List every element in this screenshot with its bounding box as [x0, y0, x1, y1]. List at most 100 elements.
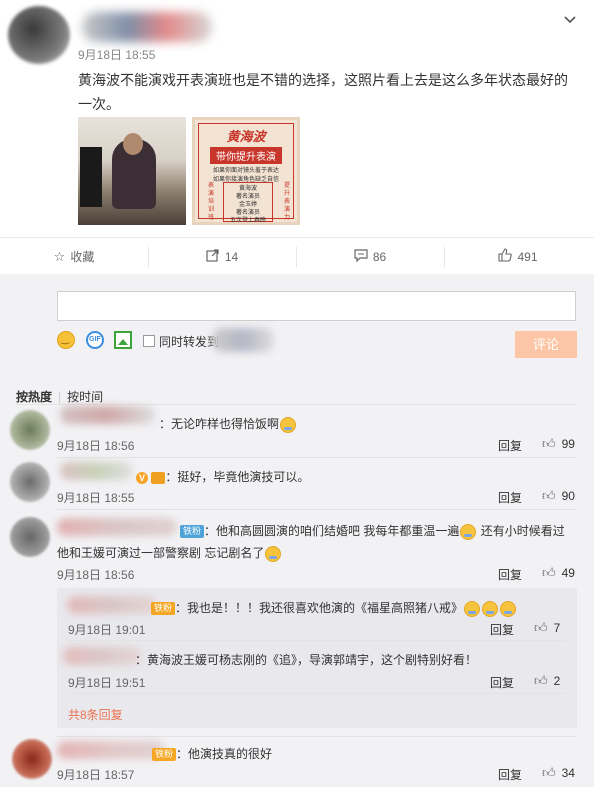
repost-icon — [206, 248, 220, 265]
reply-button[interactable]: 回复 — [490, 674, 514, 691]
comment-body: ：他演技真的很好 — [176, 747, 273, 761]
comment-like-button[interactable]: 👍︎ 2 — [534, 673, 560, 689]
chevron-down-icon[interactable] — [562, 12, 578, 28]
comment-like-count: 34 — [561, 766, 575, 780]
post-action-bar: ☆ 收藏 14 86 491 — [0, 237, 594, 274]
commenter-name-redacted[interactable] — [57, 518, 177, 536]
favorite-label: 收藏 — [70, 250, 95, 264]
comment-text: ：无论咋样也得恰饭啊 — [159, 415, 297, 433]
thumbs-up-icon: 👍︎ — [542, 488, 556, 503]
commenter-name-redacted[interactable] — [63, 647, 141, 665]
thumbs-up-icon: 👍︎ — [534, 673, 548, 688]
commenter-name-redacted[interactable] — [60, 462, 132, 480]
comment-timestamp: 9月18日 18:56 — [57, 568, 135, 582]
commenter-avatar[interactable] — [10, 462, 50, 502]
comment-like-button[interactable]: 👍︎ 99 — [542, 436, 575, 452]
poster-right-column: 提 升 表 演 力 — [283, 182, 291, 222]
divider — [57, 457, 577, 458]
crying-laughing-emoji-icon — [482, 600, 499, 617]
comment-input[interactable] — [57, 291, 576, 321]
sort-by-time-tab[interactable]: 按时间 — [67, 390, 103, 404]
comment-like-count: 7 — [553, 621, 561, 635]
poster-box-line: 著名演员 — [235, 210, 260, 216]
comment-like-button[interactable]: 👍︎ 34 — [542, 765, 575, 781]
image-upload-icon[interactable] — [114, 331, 132, 349]
comment-count: 86 — [372, 249, 387, 264]
poster-box-line: 著名演员 — [235, 194, 260, 200]
gif-icon[interactable]: GIF — [86, 331, 104, 349]
sub-replies-box: 铁粉 ：我也是！！！我还很喜欢他演的《福星高照猪八戒》 9月18日 19:01 回… — [57, 588, 577, 728]
crying-laughing-emoji-icon — [500, 600, 517, 617]
comment-body: ：无论咋样也得恰饭啊 — [159, 417, 280, 431]
poster-line-1: 如果你面对镜头羞于表达 — [212, 168, 279, 174]
sort-divider: | — [58, 390, 62, 404]
poster-char: 演 — [283, 207, 290, 213]
comment-like-button[interactable]: 👍︎ 90 — [542, 488, 575, 504]
favorite-button[interactable]: ☆ 收藏 — [0, 238, 148, 275]
poster-title: 黄海波 — [226, 129, 266, 144]
commenter-avatar[interactable] — [10, 410, 50, 450]
comments-section: GIF 同时转发到 评论 按热度 | 按时间 ：无论咋样也得恰饭啊 9月18日 18… — [0, 274, 594, 787]
reply-button[interactable]: 回复 — [498, 566, 522, 583]
poster-char: 表 — [283, 199, 290, 205]
thumbs-up-icon: 👍︎ — [542, 765, 556, 780]
post-timestamp[interactable]: 9月18日 18:55 — [78, 46, 155, 63]
poster-char: 训 — [207, 207, 214, 213]
like-button[interactable]: 491 — [444, 238, 592, 275]
repost-count: 14 — [224, 249, 239, 264]
commenter-name-redacted[interactable] — [67, 596, 157, 614]
poster-left-column: 表 演 培 训 班 — [207, 182, 215, 222]
thumbs-up-icon: 👍︎ — [534, 620, 548, 635]
divider — [16, 404, 577, 405]
poster-char: 演 — [207, 191, 214, 197]
repost-button[interactable]: 14 — [148, 238, 296, 275]
commenter-avatar[interactable] — [12, 739, 52, 779]
sort-by-hot-tab[interactable]: 按热度 — [16, 390, 52, 404]
poster-char: 提 — [283, 183, 290, 189]
poster-box: 黄海波 著名演员 金玉婷 著名演员 五次登上春晚 — [223, 182, 273, 222]
poster-box-line: 黄海波 — [238, 186, 257, 192]
comment-body: ：我也是！！！我还很喜欢他演的《福星高照猪八戒》 — [175, 601, 464, 615]
poster-username-redacted[interactable] — [82, 12, 212, 42]
comment-body-cont: 他和王媛可演过一部警察剧 忘记剧名了 — [57, 546, 265, 560]
comment-timestamp: 9月18日 18:57 — [57, 768, 135, 782]
comment-like-button[interactable]: 👍︎ 49 — [542, 565, 575, 581]
more-replies-link[interactable]: 共8条回复 — [68, 706, 123, 723]
comment-timestamp: 9月18日 18:55 — [57, 491, 135, 505]
comment-icon — [354, 248, 368, 265]
post-photo-1[interactable] — [78, 117, 186, 225]
comment-text: 铁粉 ：他和高圆圆演的咱们结婚吧 我每年都重温一遍 还有小时候看过 — [180, 522, 565, 540]
poster-avatar[interactable] — [8, 6, 70, 64]
repost-checkbox[interactable] — [143, 335, 155, 347]
poster-char: 班 — [207, 215, 214, 221]
comment-text-line-2: 他和王媛可演过一部警察剧 忘记剧名了 — [57, 544, 282, 562]
divider — [57, 509, 577, 510]
post-text: 黄海波不能演戏开表演班也是不错的选择，这照片看上去是这么多年状态最好的一次。 — [78, 72, 568, 112]
reply-button[interactable]: 回复 — [498, 489, 522, 506]
like-count: 491 — [517, 249, 538, 264]
comment-like-count: 99 — [561, 437, 575, 451]
poster-box-line: 金玉婷 — [238, 202, 257, 208]
comment-timestamp: 9月18日 18:56 — [57, 439, 135, 453]
submit-comment-button[interactable]: 评论 — [515, 331, 577, 358]
fan-badge: 铁粉 — [151, 602, 176, 616]
reply-button[interactable]: 回复 — [498, 766, 522, 783]
comment-like-button[interactable]: 👍︎ 7 — [534, 620, 560, 636]
commenter-name-redacted[interactable] — [60, 406, 155, 424]
member-badge-icon — [151, 471, 166, 484]
verified-badge-icon: V — [136, 471, 148, 484]
comment-like-count: 2 — [553, 674, 561, 688]
commenter-avatar[interactable] — [10, 517, 50, 557]
reply-button[interactable]: 回复 — [490, 621, 514, 638]
comment-body: ：黄海波王媛可杨志刚的《追》，导演郭靖宇，这个剧特别好看！ — [135, 653, 478, 667]
reply-button[interactable]: 回复 — [498, 437, 522, 454]
camera-shape — [80, 147, 102, 207]
post-photo-2-poster[interactable]: 黄海波 带你提升表演 如果你面对镜头羞于表达 如果你接演角色缺乏自信 黄海波 著… — [192, 117, 300, 225]
comment-body: ：挺好，毕竟他演技可以。 — [165, 470, 310, 484]
poster-frame: 黄海波 带你提升表演 如果你面对镜头羞于表达 如果你接演角色缺乏自信 黄海波 著… — [198, 123, 294, 222]
commenter-name-redacted[interactable] — [57, 741, 165, 759]
emoji-icon[interactable] — [57, 331, 75, 349]
head-shape — [123, 133, 143, 155]
comment-button[interactable]: 86 — [296, 238, 444, 275]
comment-timestamp: 9月18日 19:51 — [68, 676, 146, 690]
